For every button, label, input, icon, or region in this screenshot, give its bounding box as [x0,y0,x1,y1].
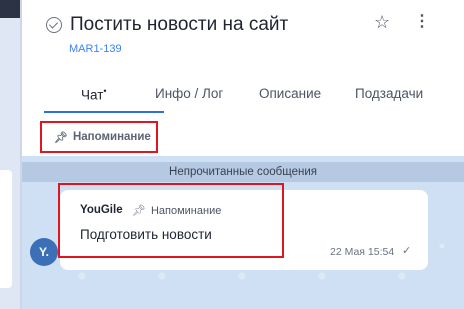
task-id[interactable]: MAR1-139 [69,43,122,55]
pin-icon: 📌︎ [54,131,68,144]
avatar[interactable]: Y. [30,238,58,266]
complete-check-icon[interactable] [46,17,62,33]
tab-description[interactable]: Описание [259,86,321,101]
tab-chat[interactable]: Чат• [81,86,107,103]
reminder-chip-label: Напоминание [72,131,151,143]
message-highlight-box [58,183,284,258]
unread-marker: • [103,86,107,96]
background-card [0,170,12,288]
tab-bar: Чат• Инфо / Лог Описание Подзадачи [44,84,464,116]
read-check-icon: ✓ [402,245,412,257]
star-icon[interactable]: ☆ [374,13,390,31]
task-title[interactable]: Постить новости на сайт [70,14,288,36]
background-panel [0,0,22,309]
message-timestamp: 22 Мая 15:54 [330,246,395,258]
unread-separator: Непрочитанные сообщения [22,162,464,182]
tab-subtasks[interactable]: Подзадачи [355,86,423,101]
tab-info-log[interactable]: Инфо / Лог [155,86,223,101]
active-tab-indicator [44,111,164,113]
more-menu-icon[interactable]: ⋮ [414,14,430,30]
reminder-filter-button[interactable]: 📌︎ Напоминание [40,121,158,153]
background-header [0,0,22,18]
task-panel: Постить новости на сайт ☆ ⋮ MAR1-139 Чат… [22,0,464,309]
title-row: Постить новости на сайт [46,14,288,36]
tab-chat-label: Чат [81,87,104,103]
